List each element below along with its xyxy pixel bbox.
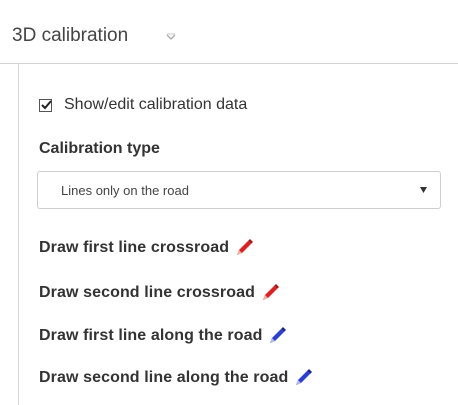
calibration-type-selected-value: Lines only on the road — [61, 183, 189, 198]
calibration-type-label: Calibration type — [39, 140, 160, 157]
chevron-down-icon[interactable] — [165, 32, 177, 42]
calibration-type-select[interactable]: Lines only on the road — [37, 171, 441, 209]
draw-action-label: Draw first line along the road — [39, 327, 263, 344]
checkmark-icon — [41, 99, 52, 109]
draw-action-label: Draw first line crossroad — [39, 239, 230, 256]
dropdown-arrow-icon — [420, 187, 427, 193]
panel-title: 3D calibration — [12, 25, 129, 46]
panel-header[interactable]: 3D calibration — [0, 14, 458, 64]
pencil-icon[interactable] — [259, 282, 281, 304]
draw-second-line-crossroad[interactable]: Draw second line crossroad — [39, 281, 281, 305]
pencil-icon[interactable] — [233, 237, 255, 259]
panel-body: Show/edit calibration data Calibration t… — [18, 64, 458, 405]
draw-first-line-along-road[interactable]: Draw first line along the road — [39, 324, 288, 348]
pencil-icon[interactable] — [266, 325, 288, 347]
pencil-icon[interactable] — [292, 367, 314, 389]
draw-action-label: Draw second line crossroad — [39, 284, 256, 301]
draw-second-line-along-road[interactable]: Draw second line along the road — [39, 366, 314, 390]
show-calibration-label: Show/edit calibration data — [64, 96, 248, 113]
draw-action-label: Draw second line along the road — [39, 369, 289, 386]
show-calibration-checkbox-row[interactable]: Show/edit calibration data — [39, 94, 247, 116]
show-calibration-checkbox[interactable] — [39, 98, 52, 112]
draw-first-line-crossroad[interactable]: Draw first line crossroad — [39, 236, 255, 260]
